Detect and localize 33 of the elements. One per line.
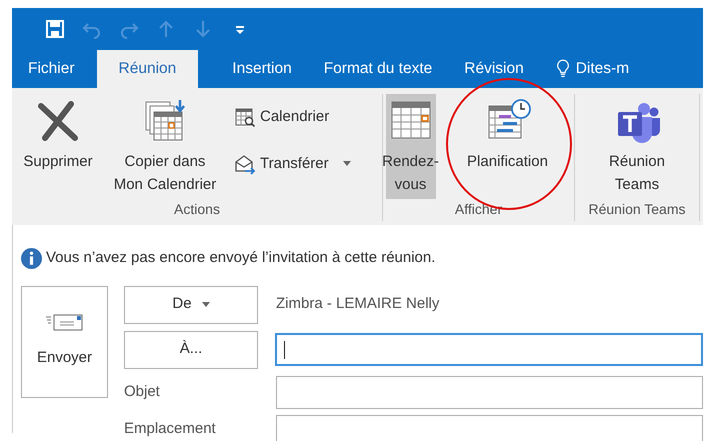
tab[interactable]: Fichier <box>18 50 97 88</box>
tab[interactable]: Format du texte <box>314 50 454 88</box>
caret-icon <box>202 302 210 307</box>
tab[interactable]: Insertion <box>222 50 314 88</box>
tab[interactable]: Réunion <box>96 50 198 88</box>
group-label: Actions <box>173 200 221 219</box>
info-message: Vous n’avez pas encore envoyé l’invitation à cette réunion. <box>46 248 436 268</box>
group-label: Réunion Teams <box>587 200 687 219</box>
tab[interactable]: Dites-m <box>546 50 630 88</box>
field-label: Objet <box>124 384 161 400</box>
group-label: Afficher <box>454 200 504 219</box>
ribbon-button[interactable]: Calendrier <box>230 102 355 132</box>
to-field[interactable] <box>275 333 703 366</box>
lightbulb-icon <box>556 59 570 79</box>
text-field[interactable] <box>276 414 703 441</box>
envelope-icon <box>44 313 84 332</box>
tab[interactable]: Révision <box>454 50 546 88</box>
ribbon-button[interactable]: Planification <box>444 94 572 199</box>
to-button[interactable]: À... <box>124 330 258 368</box>
ribbon-button[interactable]: Transférer <box>230 148 355 179</box>
send-button[interactable]: Envoyer <box>21 286 108 398</box>
ribbon-button[interactable]: Réunion Teams <box>582 94 692 199</box>
delete-icon <box>35 98 81 144</box>
ribbon-button[interactable]: Copier dans Mon Calendrier <box>104 94 226 199</box>
field-label: Emplacement <box>124 420 217 437</box>
from-button[interactable]: De <box>124 286 258 324</box>
text-field[interactable] <box>276 376 703 408</box>
save-icon[interactable] <box>45 19 65 39</box>
ribbon-button[interactable]: Supprimer <box>12 94 104 199</box>
info-icon <box>21 248 42 269</box>
sender-name: Zimbra - LEMAIRE Nelly <box>276 294 440 314</box>
forward-envelope-icon <box>234 152 256 175</box>
calendar-search-icon <box>234 106 256 128</box>
